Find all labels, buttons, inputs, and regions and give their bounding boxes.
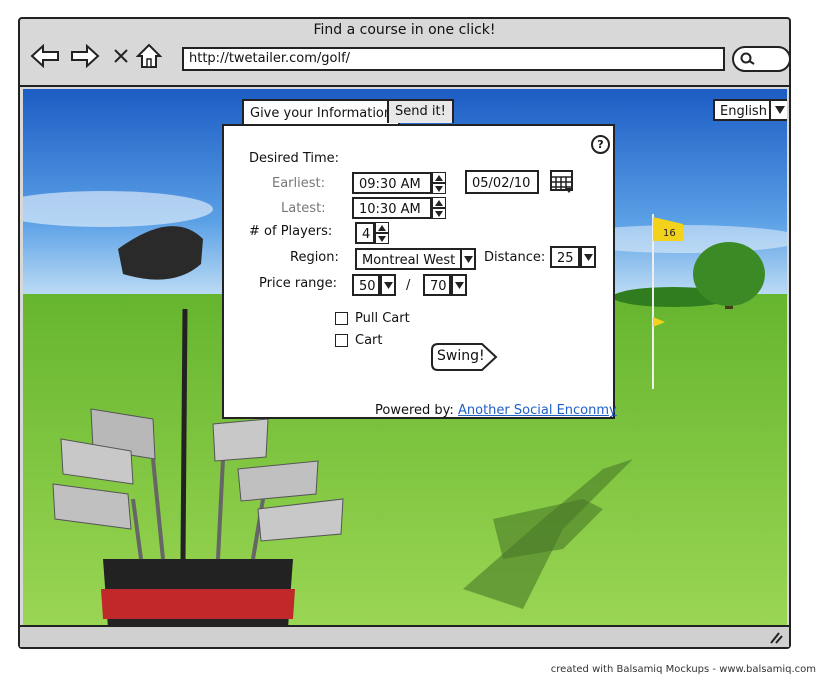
back-arrow-icon[interactable]	[30, 41, 60, 71]
status-bar	[20, 625, 789, 647]
distance-label: Distance:	[484, 250, 546, 265]
browser-window: Find a course in one click! http://tweta…	[18, 17, 791, 649]
arrow-down-icon[interactable]	[375, 233, 389, 244]
chevron-down-icon[interactable]	[380, 274, 396, 296]
region-label: Region:	[290, 250, 339, 265]
pull-cart-checkbox[interactable]	[335, 312, 348, 325]
golf-background: 16 English Give your Information Send it…	[23, 89, 787, 628]
home-icon[interactable]	[134, 41, 164, 71]
browser-toolbar: http://twetailer.com/golf/	[30, 41, 791, 77]
booking-form-panel: ? Desired Time: Earliest: 09:30 AM 05/02…	[222, 124, 617, 419]
pull-cart-label: Pull Cart	[355, 311, 410, 326]
flag-number: 16	[663, 228, 676, 239]
distance-select[interactable]: 25	[550, 246, 580, 268]
chevron-down-icon	[768, 101, 787, 119]
players-field[interactable]: 4	[355, 222, 375, 244]
arrow-up-icon[interactable]	[432, 172, 446, 183]
language-value: English	[720, 104, 767, 119]
latest-time-field[interactable]: 10:30 AM	[352, 197, 432, 219]
search-icon	[740, 52, 755, 65]
swing-button-label: Swing!	[437, 348, 485, 364]
chevron-down-icon[interactable]	[451, 274, 467, 296]
help-icon[interactable]: ?	[591, 135, 610, 154]
window-title: Find a course in one click!	[313, 22, 496, 38]
cart-checkbox[interactable]	[335, 334, 348, 347]
price-min-select[interactable]: 50	[352, 274, 380, 296]
arrow-up-icon[interactable]	[432, 197, 446, 208]
tab-send-it[interactable]: Send it!	[387, 99, 454, 123]
players-stepper[interactable]	[375, 222, 389, 244]
tab-give-information[interactable]: Give your Information	[242, 99, 401, 127]
latest-label: Latest:	[281, 201, 326, 216]
footer-credit: created with Balsamiq Mockups - www.bals…	[550, 664, 816, 675]
stop-icon[interactable]	[106, 41, 136, 71]
price-max-select[interactable]: 70	[423, 274, 451, 296]
url-input[interactable]: http://twetailer.com/golf/	[182, 47, 725, 71]
toolbar-divider	[20, 85, 789, 87]
price-range-label: Price range:	[259, 276, 338, 291]
earliest-time-field[interactable]: 09:30 AM	[352, 172, 432, 194]
date-field[interactable]: 05/02/10	[465, 170, 539, 194]
arrow-up-icon[interactable]	[375, 222, 389, 233]
cart-label: Cart	[355, 333, 383, 348]
arrow-down-icon[interactable]	[432, 208, 446, 219]
players-label: # of Players:	[249, 224, 333, 239]
price-separator: /	[406, 278, 411, 293]
desired-time-label: Desired Time:	[249, 151, 340, 166]
arrow-down-icon[interactable]	[432, 183, 446, 194]
resize-grip-icon[interactable]	[767, 629, 783, 648]
forward-arrow-icon[interactable]	[70, 41, 100, 71]
powered-by-link[interactable]: Another Social Enconmy	[458, 403, 617, 418]
powered-by-label: Powered by:	[375, 403, 454, 418]
earliest-label: Earliest:	[272, 176, 325, 191]
search-field[interactable]	[732, 46, 791, 72]
calendar-icon[interactable]	[549, 168, 575, 198]
region-select[interactable]: Montreal West	[355, 248, 463, 270]
swing-button[interactable]: Swing!	[430, 342, 498, 372]
latest-time-stepper[interactable]	[432, 197, 446, 219]
chevron-down-icon[interactable]	[460, 248, 476, 270]
language-select[interactable]: English	[713, 99, 787, 121]
earliest-time-stepper[interactable]	[432, 172, 446, 194]
chevron-down-icon[interactable]	[580, 246, 596, 268]
